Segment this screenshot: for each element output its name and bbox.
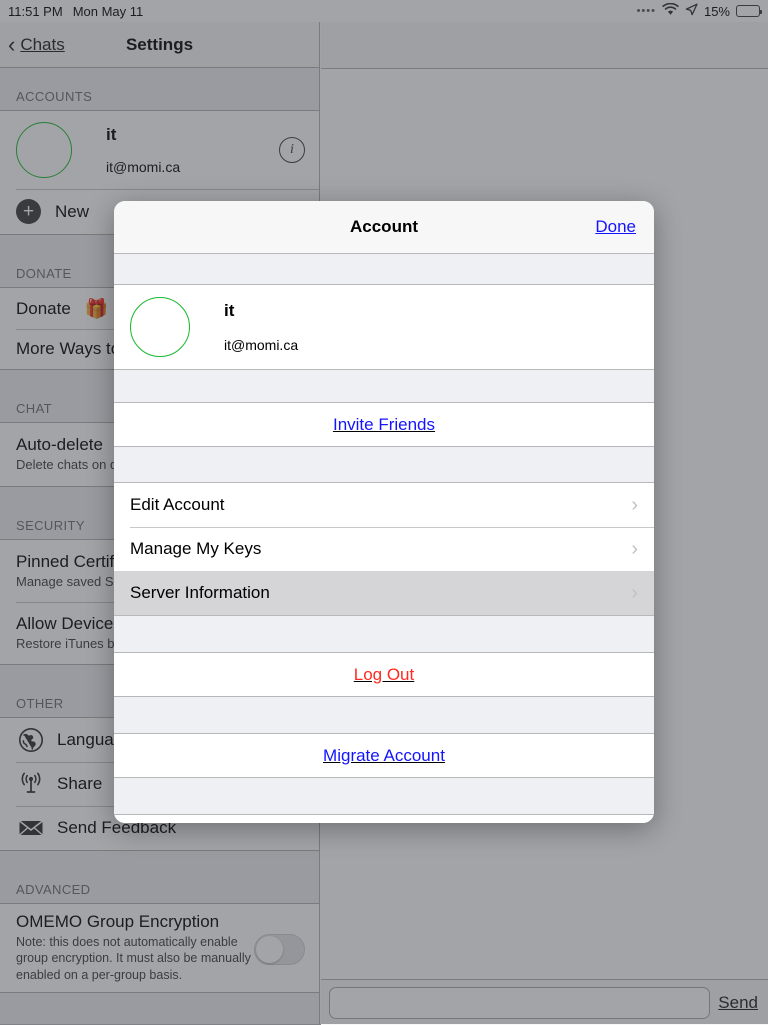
migrate-account-label: Migrate Account (323, 745, 445, 765)
modal-gap-5 (114, 697, 654, 733)
done-button[interactable]: Done (595, 217, 636, 237)
modal-logout-block: Log Out (114, 652, 654, 697)
server-information-label: Server Information (130, 583, 270, 602)
menu-item-server-information[interactable]: Server Information › (114, 571, 654, 615)
modal-account-row[interactable]: it it@momi.ca (114, 285, 654, 369)
modal-header: Account Done (114, 201, 654, 254)
migrate-account-button[interactable]: Migrate Account (114, 734, 654, 777)
modal-invite-block: Invite Friends (114, 402, 654, 447)
modal-account-jid: it@momi.ca (224, 337, 299, 353)
chevron-right-icon: › (631, 494, 638, 516)
chevron-right-icon: › (631, 582, 638, 604)
edit-account-label: Edit Account (130, 495, 225, 514)
log-out-button[interactable]: Log Out (114, 653, 654, 696)
manage-my-keys-label: Manage My Keys (130, 539, 262, 558)
modal-migrate-block: Migrate Account (114, 733, 654, 778)
modal-menu-block: Edit Account › Manage My Keys › Server I… (114, 482, 654, 616)
modal-account-block: it it@momi.ca (114, 284, 654, 370)
account-modal: Account Done it it@momi.ca Invite Friend… (114, 201, 654, 823)
modal-title: Account (350, 217, 418, 236)
invite-friends-label: Invite Friends (332, 414, 436, 434)
invite-friends-button[interactable]: Invite Friends (114, 403, 654, 446)
modal-gap-2 (114, 370, 654, 402)
modal-footer (114, 814, 654, 823)
modal-gap-4 (114, 616, 654, 652)
modal-gap-3 (114, 447, 654, 482)
modal-account-name: it (224, 301, 235, 320)
modal-gap-6 (114, 778, 654, 814)
menu-item-manage-my-keys[interactable]: Manage My Keys › (114, 527, 654, 571)
menu-item-edit-account[interactable]: Edit Account › (114, 483, 654, 527)
modal-gap-1 (114, 254, 654, 284)
avatar (130, 297, 190, 357)
log-out-label: Log Out (353, 664, 415, 684)
chevron-right-icon: › (631, 538, 638, 560)
modal-account-text: it it@momi.ca (224, 301, 298, 353)
